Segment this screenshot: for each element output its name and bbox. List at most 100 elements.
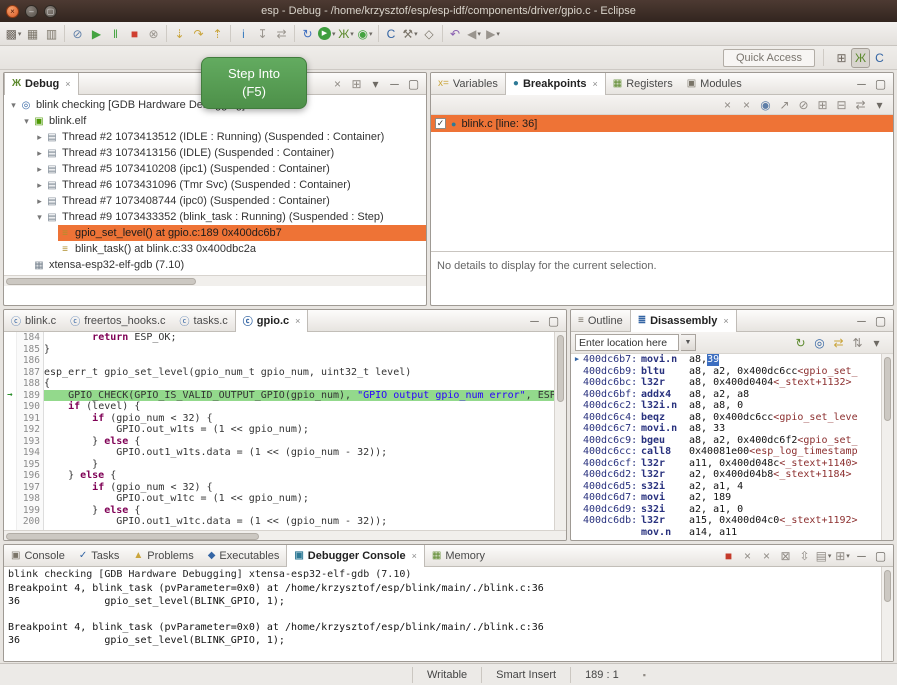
terminate-button[interactable]: ■: [125, 24, 144, 44]
debug-tree-item[interactable]: ▾▤Thread #9 1073433352 (blink_task : Run…: [4, 209, 426, 225]
step-over-button[interactable]: ↷: [189, 24, 208, 44]
save-all-button[interactable]: ▥: [42, 24, 61, 44]
scrollbar-thumb[interactable]: [557, 335, 564, 402]
minimize-view-button[interactable]: ─: [852, 74, 871, 94]
breakpoint-checkbox[interactable]: ✓: [435, 118, 446, 129]
view-layout-button[interactable]: ⊞: [347, 74, 366, 94]
tree-expander-icon[interactable]: ▸: [34, 180, 45, 191]
forward-button[interactable]: ▶▾: [484, 24, 503, 44]
tree-expander-icon[interactable]: ▸: [34, 148, 45, 159]
top-right-tab-registers[interactable]: ▦Registers: [606, 73, 680, 95]
quick-access-button[interactable]: Quick Access: [723, 49, 815, 67]
suspend-button[interactable]: ‖: [106, 24, 125, 44]
location-input[interactable]: [575, 334, 679, 351]
open-console-button[interactable]: ⊞▾: [833, 546, 852, 566]
restart-button[interactable]: ↻: [298, 24, 317, 44]
tree-expander-icon[interactable]: ▸: [34, 196, 45, 207]
show-breakpoints-supported-button[interactable]: ◉: [756, 95, 775, 115]
close-tab-icon[interactable]: ×: [65, 79, 70, 89]
window-minimize-button[interactable]: –: [25, 5, 38, 18]
c-cpp-perspective-button[interactable]: C: [870, 48, 889, 68]
refresh-disassembly-button[interactable]: ↻: [791, 333, 810, 353]
maximize-view-button[interactable]: ▢: [871, 74, 890, 94]
disconnect-button[interactable]: ⊗: [144, 24, 163, 44]
scrollbar-thumb[interactable]: [884, 570, 891, 602]
editor-tab-freertos-hooks-c[interactable]: ⓒfreertos_hooks.c: [63, 310, 172, 332]
tree-expander-icon[interactable]: ▸: [34, 132, 45, 143]
close-tab-icon[interactable]: ×: [295, 316, 300, 326]
remove-all-breakpoints-button[interactable]: ×: [737, 95, 756, 115]
editor-tab-tasks-c[interactable]: ⓒtasks.c: [173, 310, 235, 332]
save-button[interactable]: ▦: [23, 24, 42, 44]
maximize-view-button[interactable]: ▢: [871, 546, 890, 566]
sync-with-source-button[interactable]: ⇄: [829, 333, 848, 353]
close-tab-icon[interactable]: ×: [593, 79, 598, 89]
console-tab-tasks[interactable]: ✓Tasks: [72, 545, 127, 567]
editor-vscrollbar[interactable]: [554, 332, 566, 530]
step-into-button[interactable]: ⇣: [170, 24, 189, 44]
show-program-counter-button[interactable]: ◎: [810, 333, 829, 353]
scroll-lock-button[interactable]: ⇳: [795, 546, 814, 566]
debug-perspective-button[interactable]: Ж: [851, 48, 870, 68]
console-tab-memory[interactable]: ▦Memory: [425, 545, 492, 567]
expand-all-button[interactable]: ⊞: [813, 95, 832, 115]
editor-line-numbers[interactable]: 1841851861871881891901911921931941951961…: [17, 332, 44, 530]
console-tab-debugger-console[interactable]: ▣Debugger Console×: [286, 545, 425, 567]
remove-all-terminated-button[interactable]: ×: [328, 74, 347, 94]
run-button[interactable]: ▶▾: [317, 24, 337, 44]
last-edit-location-button[interactable]: ↶: [446, 24, 465, 44]
back-button[interactable]: ◀▾: [465, 24, 484, 44]
tree-expander-icon[interactable]: ▸: [34, 164, 45, 175]
breakpoints-view-menu-button[interactable]: ▾: [870, 95, 889, 115]
debug-tree-item[interactable]: ▸▤Thread #6 1073431096 (Tmr Svc) (Suspen…: [4, 177, 426, 193]
tree-expander-icon[interactable]: ▾: [8, 100, 19, 111]
terminate-console-button[interactable]: ■: [719, 546, 738, 566]
new-wizard-button[interactable]: ▩▾: [4, 24, 23, 44]
editor-tab-gpio-c[interactable]: ⓒgpio.c×: [235, 310, 309, 332]
console-tab-executables[interactable]: ◆Executables: [201, 545, 287, 567]
debug-tree-item[interactable]: ▸▤Thread #7 1073408744 (ipc0) (Suspended…: [4, 193, 426, 209]
top-right-tab-modules[interactable]: ▣Modules: [680, 73, 749, 95]
open-perspective-button[interactable]: ⊞: [832, 48, 851, 68]
window-maximize-button[interactable]: ▢: [44, 5, 57, 18]
scrollbar-thumb[interactable]: [6, 278, 196, 285]
editor-tab-blink-c[interactable]: ⓒblink.c: [4, 310, 63, 332]
debug-tree-item[interactable]: ≡blink_task() at blink.c:33 0x400dbc2a: [4, 241, 426, 257]
debug-launch-tree[interactable]: ▾◎blink checking [GDB Hardware Debugging…: [4, 95, 426, 275]
debug-view-menu-button[interactable]: ▾: [366, 74, 385, 94]
debug-tree-item[interactable]: ▸▤Thread #5 1073410208 (ipc1) (Suspended…: [4, 161, 426, 177]
console-tab-console[interactable]: ▣Console: [4, 545, 72, 567]
skip-all-breakpoints-view-button[interactable]: ⊘: [794, 95, 813, 115]
remove-launch-button[interactable]: ×: [738, 546, 757, 566]
clear-console-button[interactable]: ⊠: [776, 546, 795, 566]
skip-all-breakpoints-button[interactable]: ⊘: [68, 24, 87, 44]
minimize-view-button[interactable]: ─: [852, 546, 871, 566]
build-button[interactable]: ⚒▾: [401, 24, 420, 44]
debug-hscrollbar[interactable]: [4, 275, 426, 286]
console-vscrollbar[interactable]: [881, 567, 893, 661]
collapse-all-button[interactable]: ⊟: [832, 95, 851, 115]
maximize-view-button[interactable]: ▢: [871, 311, 890, 331]
scrollbar-thumb[interactable]: [6, 533, 259, 540]
editor-hscrollbar[interactable]: [4, 530, 566, 541]
use-step-filters-button[interactable]: ⇄: [272, 24, 291, 44]
minimize-view-button[interactable]: ─: [852, 311, 871, 331]
breakpoints-list[interactable]: ✓ ● blink.c [line: 36]: [431, 115, 893, 251]
debug-tab-debug[interactable]: ЖDebug×: [4, 73, 79, 95]
top-right-tab-variables[interactable]: x=Variables: [431, 73, 505, 95]
right-mid-tab-outline[interactable]: ≡Outline: [571, 310, 630, 332]
debug-tree-item[interactable]: ▾▣blink.elf: [4, 113, 426, 129]
go-to-file-for-breakpoint-button[interactable]: ↗: [775, 95, 794, 115]
drop-to-frame-button[interactable]: ↧: [253, 24, 272, 44]
maximize-view-button[interactable]: ▢: [404, 74, 423, 94]
debug-tree-item[interactable]: ▦xtensa-esp32-elf-gdb (7.10): [4, 257, 426, 273]
location-dropdown-icon[interactable]: ▼: [681, 334, 696, 351]
disassembly-listing[interactable]: ▶400dc6b7:movi.na8, 39400dc6b9:bltua8, a…: [571, 354, 881, 541]
code-editor-area[interactable]: return ESP_OK;}esp_err_t gpio_set_level(…: [44, 332, 554, 530]
display-selected-console-button[interactable]: ▤▾: [814, 546, 833, 566]
console-tab-problems[interactable]: ▲Problems: [126, 545, 200, 567]
remove-breakpoint-button[interactable]: ×: [718, 95, 737, 115]
instruction-stepping-button[interactable]: i: [234, 24, 253, 44]
close-tab-icon[interactable]: ×: [412, 551, 417, 561]
tree-expander-icon[interactable]: ▾: [21, 116, 32, 127]
